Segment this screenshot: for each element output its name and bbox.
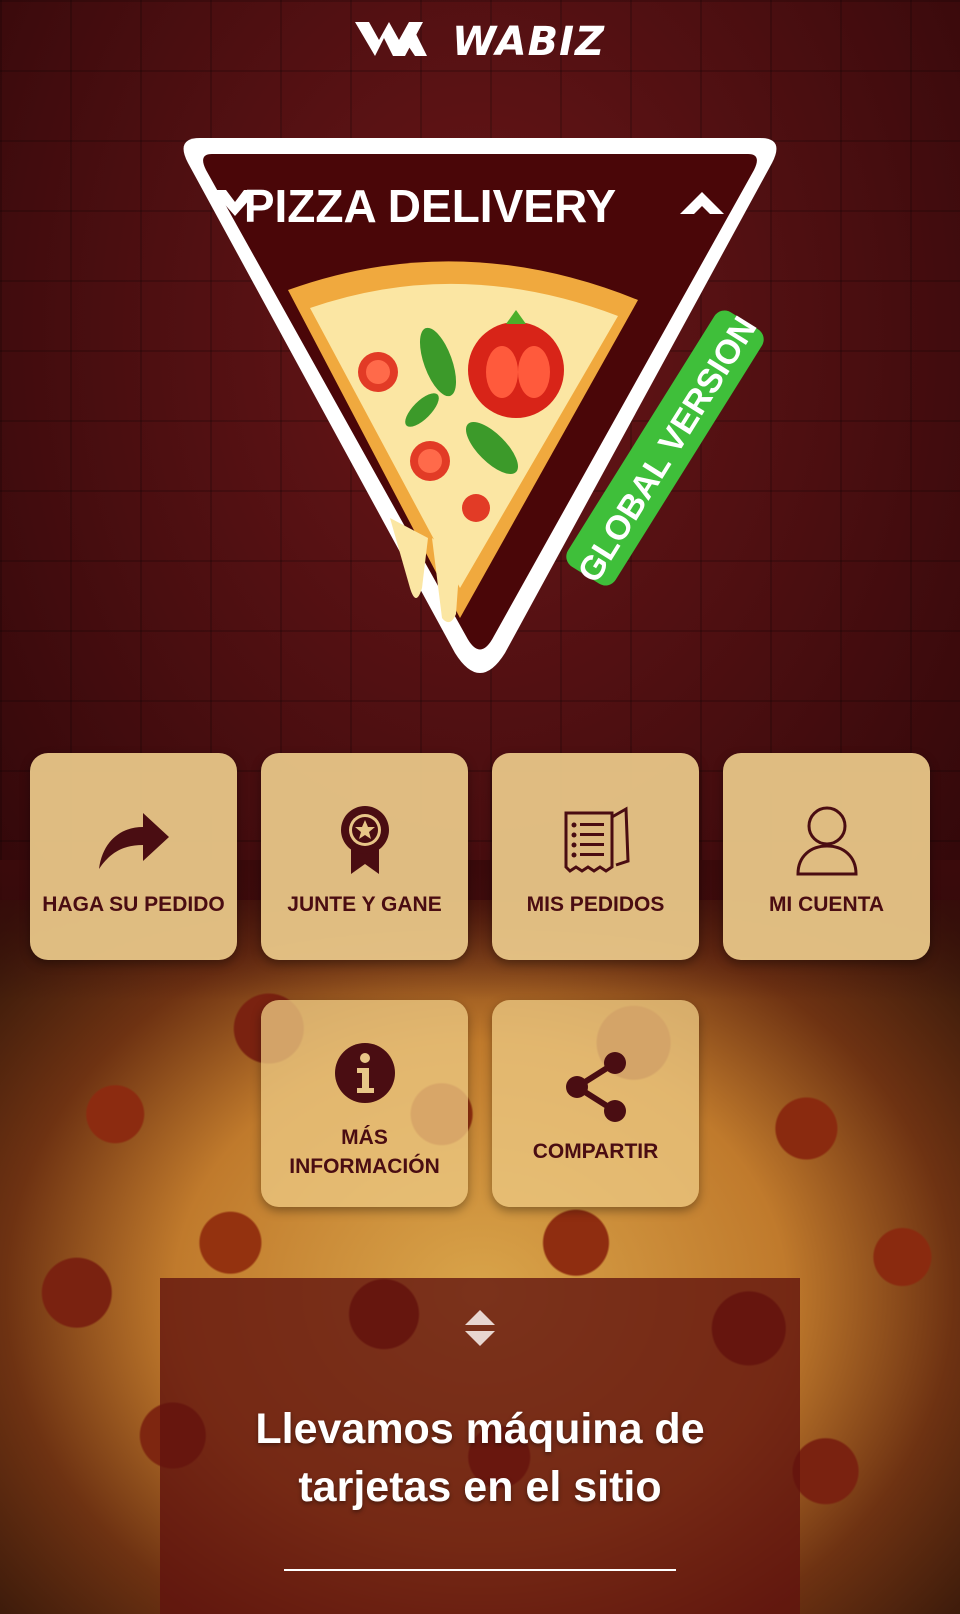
promo-text: Llevamos máquina de tarjetas en el sitio <box>160 1400 800 1516</box>
more-info-label: MÁS INFORMACIÓN <box>289 1125 440 1178</box>
promo-line-2: tarjetas en el sitio <box>298 1463 662 1511</box>
loyalty-label: JUNTE Y GANE <box>287 893 442 916</box>
share-arrow-icon <box>94 800 174 880</box>
my-account-button[interactable]: MI CUENTA <box>723 753 930 960</box>
pizza-delivery-emblem: PIZZA DELIVERY GLOBAL VERSION <box>183 138 777 673</box>
user-icon <box>787 800 867 880</box>
my-orders-button[interactable]: MIS PEDIDOS <box>492 753 699 960</box>
order-label: HAGA SU PEDIDO <box>42 893 225 916</box>
share-icon <box>556 1047 636 1127</box>
emblem-title: PIZZA DELIVERY <box>244 180 616 232</box>
loyalty-button[interactable]: JUNTE Y GANE <box>261 753 468 960</box>
expand-handle-icon[interactable] <box>462 1308 498 1348</box>
promo-line-1: Llevamos máquina de <box>255 1405 705 1453</box>
info-icon <box>325 1033 405 1113</box>
share-button[interactable]: COMPARTIR <box>492 1000 699 1207</box>
brand-name: WABIZ <box>451 19 605 65</box>
award-badge-icon <box>325 800 405 880</box>
more-info-button[interactable]: MÁS INFORMACIÓN <box>261 1000 468 1207</box>
brand-logo: WABIZ <box>0 14 960 70</box>
order-button[interactable]: HAGA SU PEDIDO <box>30 753 237 960</box>
wabiz-logo-icon <box>355 14 433 70</box>
promo-divider <box>284 1569 676 1571</box>
receipt-list-icon <box>556 800 636 880</box>
my-orders-label: MIS PEDIDOS <box>526 893 665 916</box>
share-label: COMPARTIR <box>532 1140 659 1163</box>
my-account-label: MI CUENTA <box>768 893 885 916</box>
promo-panel[interactable]: Llevamos máquina de tarjetas en el sitio <box>160 1278 800 1614</box>
